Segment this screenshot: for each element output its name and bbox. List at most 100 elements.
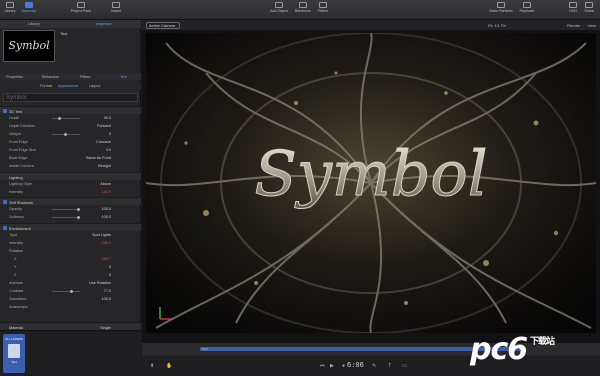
row-saturation[interactable]: Saturation 100.0	[0, 295, 141, 303]
inspector-button[interactable]: Inspector	[19, 1, 39, 19]
row-opacity[interactable]: Opacity 100.0	[0, 205, 141, 213]
tab-inspector[interactable]: Inspector	[96, 22, 112, 26]
behaviors-icon	[299, 2, 307, 8]
row-front-edge-size[interactable]: Front Edge Size 3.0	[0, 146, 141, 154]
row-animate[interactable]: Animate Use Rotation	[0, 279, 141, 287]
tab-behaviors[interactable]: Behaviors	[42, 75, 59, 79]
tab-library[interactable]: Library	[28, 22, 40, 26]
row-rot-x[interactable]: X 165.7	[0, 255, 141, 263]
material-mode[interactable]: Single	[100, 325, 111, 330]
section-material[interactable]: Material Single	[0, 322, 141, 330]
add-object-button[interactable]: Add Object	[266, 1, 292, 19]
inspector-icon	[25, 2, 33, 8]
camera-selector[interactable]: Active Camera	[146, 22, 180, 29]
record-icon[interactable]: ●	[342, 363, 345, 369]
thumb-image	[8, 344, 20, 358]
row-lighting-style[interactable]: Lighting Style Above	[0, 180, 141, 188]
row-depth-direction[interactable]: Depth Direction Forward	[0, 122, 141, 130]
row-contrast[interactable]: Contrast 77.0	[0, 287, 141, 295]
behaviors-button[interactable]: Behaviors	[291, 1, 315, 19]
symbol-artwork: Symbol	[146, 33, 596, 333]
row-front-edge[interactable]: Front Edge Concave	[0, 138, 141, 146]
thumb-name: Text	[11, 360, 17, 364]
fit-zoom[interactable]: Fit: 13.7%	[488, 23, 506, 28]
particles-icon	[497, 2, 505, 8]
canvas-viewport[interactable]: Symbol	[146, 33, 596, 333]
row-back-edge[interactable]: Back Edge Same As Front	[0, 154, 141, 162]
contrast-slider[interactable]	[52, 289, 80, 293]
tab-layout[interactable]: Layout	[89, 84, 100, 88]
row-intensity[interactable]: Intensity 130.0	[0, 188, 141, 196]
layers-strip: ALL LAYERS Text	[0, 330, 141, 375]
mask-tool-icon[interactable]: ▭	[402, 363, 407, 369]
toolbar: Library Inspector Project Pane Import Ad…	[0, 0, 600, 20]
timecode[interactable]: 6:06	[347, 361, 364, 369]
rewind-icon[interactable]: ⏮	[320, 363, 325, 369]
hud-button[interactable]: HUD	[566, 1, 580, 19]
pc6-watermark: pc6 下载站	[470, 332, 555, 367]
row-weight[interactable]: Weight 0	[0, 130, 141, 138]
hand-tool-icon[interactable]: ✋	[166, 363, 172, 369]
inspector-tabs: Properties Behaviors Filters Text	[0, 73, 141, 80]
replicate-button[interactable]: Replicate	[516, 1, 538, 19]
replicate-icon	[523, 2, 531, 8]
row-anisotropic[interactable]: Anisotropic	[0, 303, 141, 311]
section-3d-text[interactable]: 3D Text	[0, 106, 141, 114]
canvas-area: Active Camera Fit: 13.7% Render View Sym…	[142, 20, 600, 342]
thumb-header: ALL LAYERS	[5, 337, 23, 341]
section-lighting[interactable]: Lighting	[0, 172, 141, 180]
row-depth[interactable]: Depth 30.0	[0, 114, 141, 122]
opacity-slider[interactable]	[52, 207, 80, 211]
pen-tool-icon[interactable]: ✎	[372, 363, 376, 369]
add-object-icon	[275, 2, 283, 8]
row-rot-z[interactable]: Z0	[0, 271, 141, 279]
tab-appearance[interactable]: Appearance	[58, 84, 78, 88]
canvas-controls: Fit: 13.7% Render View	[488, 23, 596, 28]
share-icon	[585, 2, 593, 8]
make-particles-button[interactable]: Make Particles	[484, 1, 518, 19]
canvas-header: Active Camera Fit: 13.7% Render View	[142, 20, 600, 31]
inspector-panel: Library Inspector Symbol Text Properties…	[0, 20, 141, 375]
share-button[interactable]: Share	[581, 1, 597, 19]
import-icon	[112, 2, 120, 8]
text-subtabs: Format Appearance Layout	[0, 82, 141, 89]
checkbox-icon[interactable]	[3, 109, 7, 113]
row-rotation[interactable]: Rotation	[0, 247, 141, 255]
library-button[interactable]: Library	[2, 1, 18, 19]
text-style-field[interactable]: Symbol	[3, 93, 138, 102]
filters-button[interactable]: Filters	[315, 1, 331, 19]
softness-slider[interactable]	[52, 215, 80, 219]
hud-icon	[569, 2, 577, 8]
row-env-intensity[interactable]: Intensity 230.0	[0, 239, 141, 247]
layer-thumbnail[interactable]: ALL LAYERS Text	[3, 334, 25, 373]
view-menu[interactable]: View	[587, 23, 596, 28]
row-type[interactable]: Type Spot Lights	[0, 231, 141, 239]
row-rot-y[interactable]: Y0	[0, 263, 141, 271]
panel-tabs: Library Inspector	[0, 20, 141, 28]
depth-slider[interactable]	[52, 116, 80, 120]
project-pane-icon	[77, 2, 85, 8]
checkbox-icon[interactable]	[3, 200, 7, 204]
layer-preview: Symbol	[3, 30, 55, 62]
library-icon	[6, 2, 14, 8]
row-inside-corners[interactable]: Inside Corners Straight	[0, 162, 141, 170]
tab-properties[interactable]: Properties	[6, 75, 23, 79]
playback-bar: ⬆ ✋ ● ⏮ ▶ 6:06 ✎ T ▭	[142, 356, 600, 376]
project-pane-button[interactable]: Project Pane	[64, 1, 98, 19]
checkbox-icon[interactable]	[3, 226, 7, 230]
select-tool-icon[interactable]: ⬆	[150, 363, 154, 369]
tab-text[interactable]: Text	[120, 75, 127, 79]
section-environment[interactable]: Environment	[0, 223, 141, 231]
text-tool-icon[interactable]: T	[388, 363, 391, 369]
layer-name: Text	[60, 31, 68, 36]
weight-slider[interactable]	[52, 132, 80, 136]
tab-filters[interactable]: Filters	[80, 75, 90, 79]
artwork-title: Symbol	[254, 137, 487, 210]
section-self-shadows[interactable]: Self Shadows	[0, 197, 141, 205]
import-button[interactable]: Import	[107, 1, 125, 19]
filters-icon	[319, 2, 327, 8]
tab-format[interactable]: Format	[40, 84, 52, 88]
play-icon[interactable]: ▶	[330, 363, 334, 369]
row-softness[interactable]: Softness 100.0	[0, 213, 141, 221]
render-menu[interactable]: Render	[567, 23, 580, 28]
